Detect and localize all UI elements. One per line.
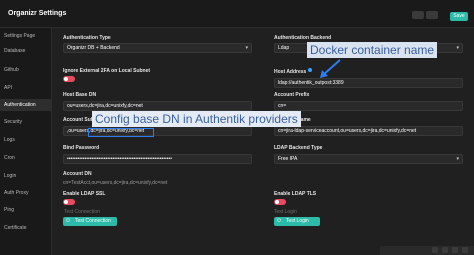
- host-base-dn-label: Host Base DN: [63, 92, 97, 98]
- bottom-toolbar: [380, 246, 474, 255]
- chevron-down-icon: ▾: [245, 45, 248, 51]
- toolbar-icon[interactable]: [452, 247, 458, 253]
- auth-type-select[interactable]: Organizr DB + Backend ▾: [63, 43, 252, 53]
- sidebar-item-cron[interactable]: Cron: [0, 152, 52, 164]
- save-button[interactable]: Save: [450, 12, 468, 21]
- host-address-label-text: Host Address: [274, 69, 307, 75]
- docker-container-annotation: Docker container name: [307, 42, 438, 58]
- annotation-arrow-icon: [320, 59, 341, 78]
- sidebar-item-auth-proxy[interactable]: Auth Proxy: [0, 187, 52, 199]
- test-connection-label: Test Connection: [64, 209, 100, 215]
- host-base-dn-input[interactable]: ou=users,dc=jira,dc=unixfy,dc=net: [63, 101, 252, 111]
- base-dn-highlight: [88, 128, 154, 137]
- sidebar-item-logs[interactable]: Logs: [0, 134, 52, 146]
- auth-type-label: Authentication Type: [63, 35, 111, 41]
- ldap-backend-type-select[interactable]: Free IPA ▾: [274, 154, 463, 164]
- enable-tls-toggle[interactable]: [274, 199, 286, 205]
- login-icon: ⏻: [277, 218, 281, 224]
- account-dn-help: cn=TestAcct,ou=users,dc=jira,dc=unixfy,d…: [63, 180, 168, 186]
- header-icon-button[interactable]: [426, 11, 438, 19]
- sidebar-item-database[interactable]: Database: [0, 45, 52, 57]
- auth-backend-label: Authentication Backend: [274, 35, 332, 41]
- chevron-down-icon: ▾: [456, 45, 459, 51]
- auth-backend-value: Ldap: [278, 45, 290, 51]
- sidebar-item-authentication[interactable]: Authentication: [0, 99, 52, 111]
- plug-icon: ⏻: [66, 218, 70, 224]
- toolbar-icon[interactable]: [442, 247, 448, 253]
- enable-tls-label: Enable LDAP TLS: [274, 191, 317, 197]
- base-dn-annotation: Config base DN in Authentik providers: [92, 111, 301, 127]
- bind-username-input[interactable]: cn=jira-ldap-serviceaccount,ou=users,dc=…: [274, 126, 463, 136]
- toolbar-icon[interactable]: [432, 247, 438, 253]
- toggle-knob: [64, 77, 68, 81]
- authentication-form: Authentication Type Organizr DB + Backen…: [52, 28, 474, 255]
- sidebar-item-github[interactable]: Github: [0, 64, 52, 76]
- test-connection-button[interactable]: ⏻ Test Connection: [63, 217, 117, 226]
- ldap-backend-type-value: Free IPA: [278, 156, 298, 162]
- toggle-knob: [64, 200, 68, 204]
- test-login-label: Test Login: [274, 209, 297, 215]
- sidebar-item-api[interactable]: API: [0, 82, 52, 94]
- test-login-button[interactable]: ⏻ Test Login: [274, 217, 320, 226]
- bind-password-input[interactable]: ••••••••••••••••••••••••••••••••••••••••…: [63, 154, 252, 164]
- account-prefix-input[interactable]: cn=: [274, 101, 463, 111]
- host-address-label: Host Address: [274, 68, 313, 75]
- sidebar-item-login[interactable]: Login: [0, 170, 52, 182]
- info-icon[interactable]: [308, 68, 313, 72]
- test-login-button-label: Test Login: [286, 218, 309, 224]
- chevron-down-icon: ▾: [456, 156, 459, 162]
- enable-ssl-label: Enable LDAP SSL: [63, 191, 106, 197]
- top-header: Organizr Settings Save: [0, 0, 474, 28]
- sidebar-item-ping[interactable]: Ping: [0, 204, 52, 216]
- sidebar-item-certificate[interactable]: Certificate: [0, 222, 52, 234]
- page-title: Organizr Settings: [8, 10, 67, 17]
- sidebar-item-settings-page[interactable]: Settings Page: [0, 30, 52, 42]
- toolbar-icon[interactable]: [462, 247, 468, 253]
- sidebar-item-security[interactable]: Security: [0, 116, 52, 128]
- header-icon-button[interactable]: [412, 11, 424, 19]
- account-prefix-label: Account Prefix: [274, 92, 310, 98]
- ignore-2fa-toggle[interactable]: [63, 76, 75, 82]
- toggle-knob: [275, 200, 279, 204]
- ldap-backend-type-label: LDAP Backend Type: [274, 145, 323, 151]
- enable-ssl-toggle[interactable]: [63, 199, 75, 205]
- auth-type-value: Organizr DB + Backend: [67, 45, 120, 51]
- test-connection-button-label: Test Connection: [75, 218, 111, 224]
- bind-password-label: Bind Password: [63, 145, 100, 151]
- settings-sidebar: Settings Page Database Github API Authen…: [0, 28, 52, 255]
- ignore-2fa-label: Ignore External 2FA on Local Subnet: [63, 68, 151, 74]
- account-dn-label: Account DN: [63, 171, 92, 177]
- host-address-input[interactable]: ldap://authentik_outpost:3389: [274, 78, 463, 88]
